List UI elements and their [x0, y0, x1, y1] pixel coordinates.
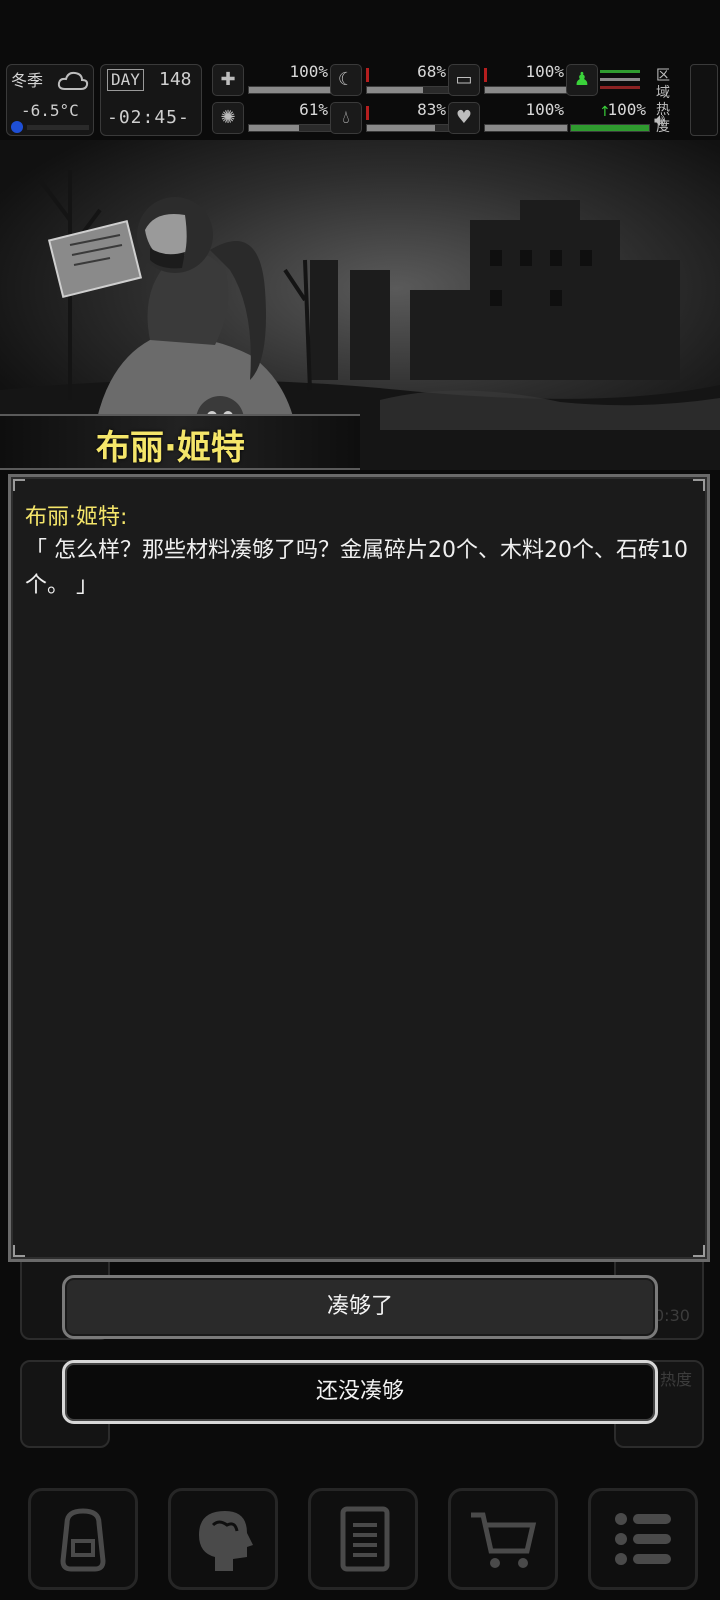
nav-journal-button[interactable]: [308, 1488, 418, 1590]
stat-warmth[interactable]: ↑ 100%: [566, 100, 652, 136]
brain-icon: ✺: [212, 102, 244, 134]
day-label: DAY: [107, 69, 144, 91]
stat-thirst[interactable]: 💧︎ 83%: [330, 100, 450, 136]
stomach-icon: ☾: [330, 64, 362, 96]
character-name-banner: 布丽·姬特: [0, 414, 360, 470]
pill-icon: ▭: [448, 64, 480, 96]
temperature-bar: [27, 125, 89, 130]
temperature: -6.5°C: [21, 101, 79, 120]
corner-ornament: [13, 1245, 25, 1257]
stat-line: [600, 86, 640, 89]
backpack-icon: [60, 1508, 106, 1572]
stat-bar: [248, 86, 332, 94]
day-panel: DAY 148 -02:45-: [100, 64, 202, 136]
nav-skills-button[interactable]: [168, 1488, 278, 1590]
stat-bar: [248, 124, 332, 132]
stat-value: 83%: [417, 100, 446, 119]
stat-mental[interactable]: ✺ 61%: [212, 100, 332, 136]
stat-bar: [366, 124, 450, 132]
status-hud: 冬季 -6.5°C DAY 148 -02:45- ✚ 100% ☾ 68% ▭…: [0, 60, 720, 138]
water-drop-icon: 💧︎: [330, 102, 362, 134]
corner-ornament: [693, 1245, 705, 1257]
journal-icon: [340, 1506, 390, 1572]
stat-bar: [570, 124, 650, 132]
heart-icon: ♥: [448, 102, 480, 134]
stat-hunger[interactable]: ☾ 68%: [330, 62, 450, 98]
stat-value: 68%: [417, 62, 446, 81]
medkit-icon: ✚: [212, 64, 244, 96]
corner-ornament: [13, 479, 25, 491]
weather-panel[interactable]: 冬季 -6.5°C: [6, 64, 94, 136]
stat-stamina[interactable]: ▭ 100%: [448, 62, 568, 98]
background-heat-label: 热度: [660, 1370, 693, 1389]
night-indicator-icon: [11, 121, 23, 133]
speaker-icon[interactable]: 🔊︎: [654, 110, 665, 131]
region-heat-panel[interactable]: 区域热度 🔊︎: [652, 64, 692, 135]
background-timer: 0:30: [654, 1306, 690, 1325]
dialog-speaker: 布丽·姬特:: [25, 505, 128, 530]
stat-value: 100%: [607, 100, 646, 119]
corner-ornament: [693, 479, 705, 491]
choice-not-yet-button[interactable]: 还没凑够: [62, 1360, 658, 1424]
person-icon: ♟: [566, 64, 598, 96]
stat-bar: [366, 86, 450, 94]
cart-icon: [471, 1512, 537, 1568]
stat-value: 100%: [525, 100, 564, 119]
side-panel: [690, 64, 718, 136]
nav-shop-button[interactable]: [448, 1488, 558, 1590]
nav-backpack-button[interactable]: [28, 1488, 138, 1590]
nav-menu-button[interactable]: [588, 1488, 698, 1590]
season-label: 冬季: [11, 71, 44, 90]
stat-bar: [484, 86, 568, 94]
stat-bar: [484, 124, 568, 132]
day-number: 148: [159, 69, 192, 90]
stat-line: [600, 70, 640, 73]
clock: -02:45-: [107, 107, 190, 128]
stat-health[interactable]: ✚ 100%: [212, 62, 332, 98]
character-name: 布丽·姬特: [96, 428, 245, 468]
stat-value: 100%: [525, 62, 564, 81]
menu-icon: [615, 1513, 671, 1565]
stat-mood[interactable]: ♥ 100%: [448, 100, 568, 136]
brain-head-icon: [199, 1511, 253, 1571]
stat-warmth-icon-group[interactable]: ♟: [566, 64, 646, 98]
dialog-box: 布丽·姬特: 「 怎么样？那些材料凑够了吗？金属碎片20个、木料20个、石砖10…: [8, 474, 710, 1262]
bottom-nav: [0, 1466, 720, 1600]
choice-collected-button[interactable]: 凑够了: [62, 1275, 658, 1339]
stat-line: [600, 78, 640, 81]
dialog-text: 「 怎么样？那些材料凑够了吗？金属碎片20个、木料20个、石砖10个。 」: [25, 538, 688, 598]
stat-value: 100%: [289, 62, 328, 81]
cloud-icon: [57, 71, 89, 90]
stat-value: 61%: [299, 100, 328, 119]
